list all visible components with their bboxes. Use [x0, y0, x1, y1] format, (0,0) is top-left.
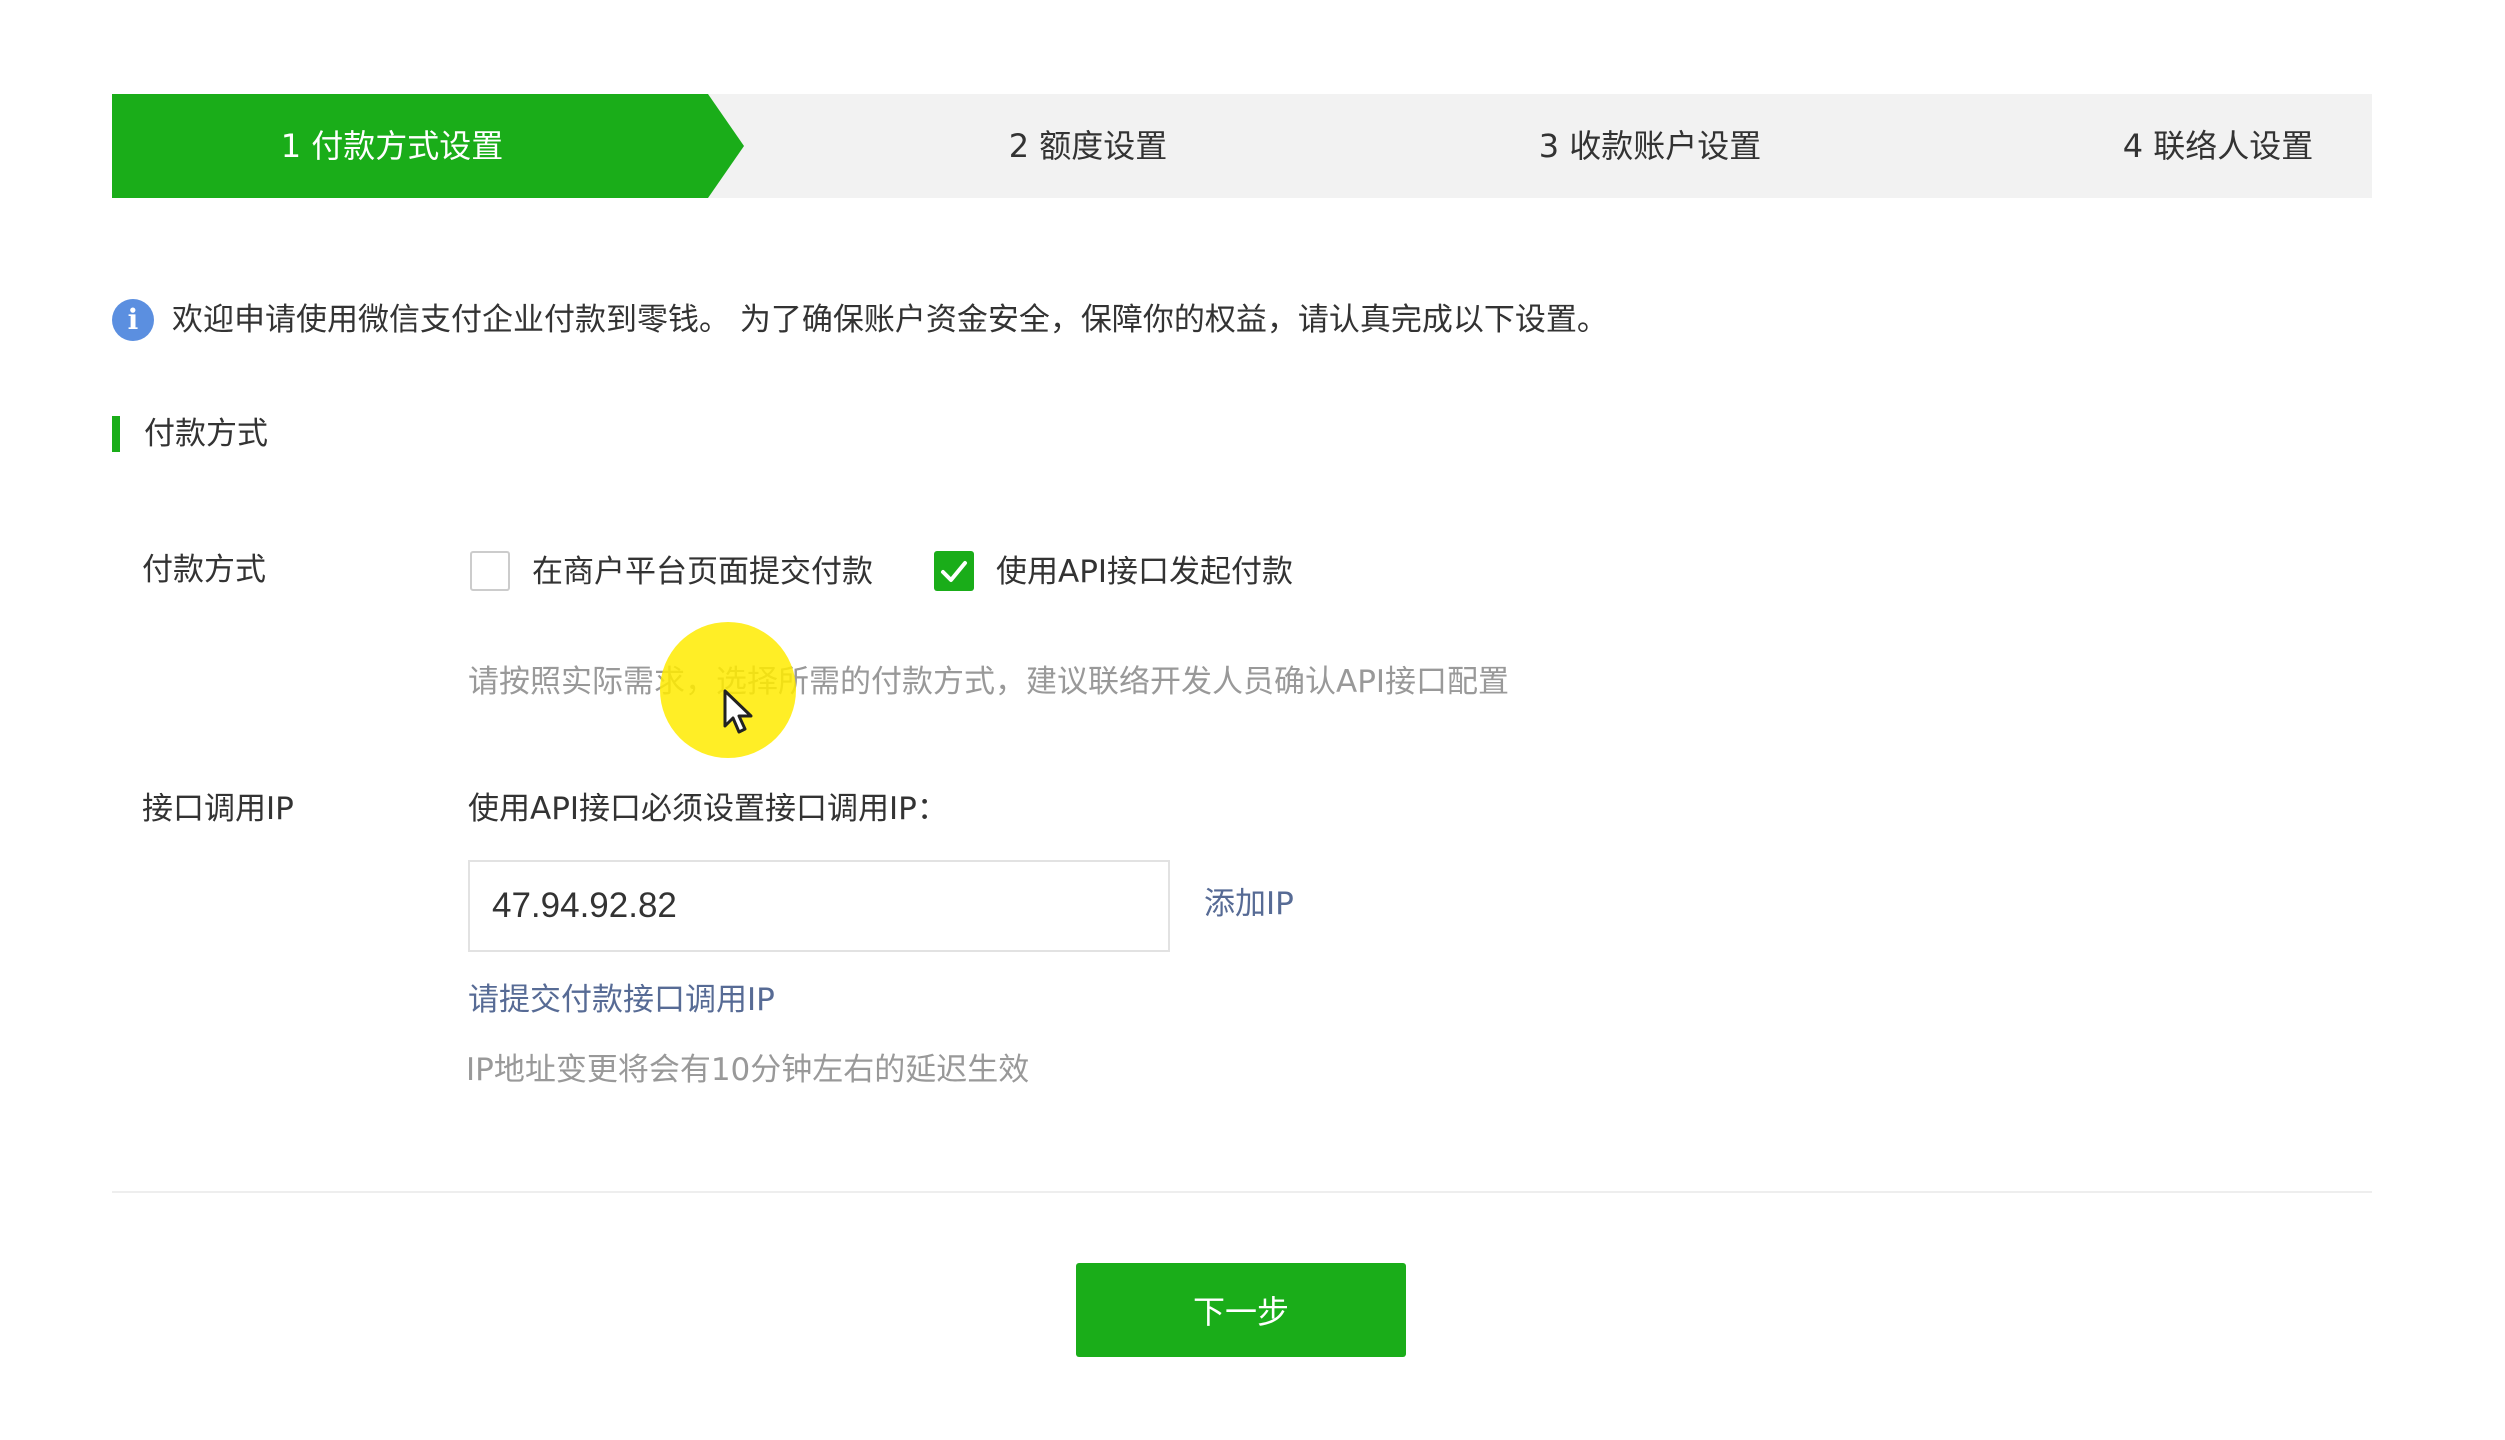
api-ip-input[interactable]: [468, 860, 1170, 952]
step-receiving-account[interactable]: 3 收款账户设置: [1344, 94, 1956, 198]
step-active-arrow: [708, 94, 744, 198]
payment-method-hint: 请按照实际需求，选择所需的付款方式，建议联络开发人员确认API接口配置: [468, 664, 1510, 700]
payment-method-label: 付款方式: [142, 552, 266, 588]
checkmark-icon: [941, 561, 967, 582]
step-payment-method[interactable]: 1 付款方式设置: [112, 94, 708, 198]
mouse-cursor-icon: [723, 689, 753, 734]
ip-change-note: IP地址变更将会有10分钟左右的延迟生效: [466, 1052, 1030, 1088]
add-ip-link[interactable]: 添加IP: [1204, 880, 1294, 928]
checkbox-merchant-platform[interactable]: [470, 551, 510, 591]
divider: [112, 1191, 2372, 1193]
step-limit[interactable]: 2 额度设置: [782, 94, 1394, 198]
step-contact[interactable]: 4 联络人设置: [1912, 94, 2505, 198]
next-button[interactable]: 下一步: [1076, 1263, 1406, 1357]
section-bar: [112, 416, 120, 452]
api-ip-description: 使用API接口必须设置接口调用IP：: [468, 791, 948, 827]
option-api-label[interactable]: 使用API接口发起付款: [996, 548, 1293, 596]
api-ip-label: 接口调用IP: [142, 791, 294, 827]
option-merchant-platform-label[interactable]: 在商户平台页面提交付款: [532, 548, 873, 596]
checkbox-api[interactable]: [934, 551, 974, 591]
info-icon: i: [112, 299, 154, 341]
submit-ip-link[interactable]: 请提交付款接口调用IP: [468, 976, 775, 1024]
stepper: 1 付款方式设置 2 额度设置 3 收款账户设置 4 联络人设置: [112, 94, 2372, 198]
section-title: 付款方式: [144, 416, 268, 452]
info-message: 欢迎申请使用微信支付企业付款到零钱。 为了确保账户资金安全，保障你的权益，请认真…: [172, 302, 1608, 338]
